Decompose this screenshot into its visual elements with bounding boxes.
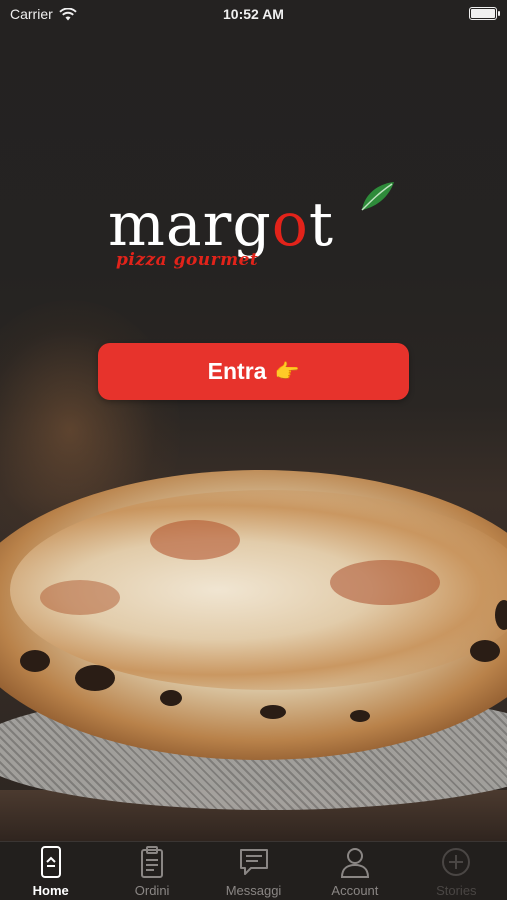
background-pizza-photo [0,0,507,850]
clipboard-icon [136,845,168,879]
user-icon [339,845,371,879]
enter-button[interactable]: Entra 👉 [98,343,409,400]
tab-messaggi-label: Messaggi [225,883,282,898]
logo-word-part2: t [308,190,335,260]
app-screen: Carrier 10:52 AM margot pizza gourmet En… [0,0,507,900]
plus-circle-icon [440,845,472,879]
tab-bar: Home Ordini Messaggi Account Stories [0,841,507,900]
margot-logo: margot pizza gourmet [108,180,403,280]
basil-leaf-icon [361,182,394,211]
tab-stories[interactable]: Stories [406,842,507,900]
status-time: 10:52 AM [223,6,284,22]
tab-home[interactable]: Home [0,842,101,900]
tab-account[interactable]: Account [304,842,405,900]
pointing-hand-icon: 👉 [274,361,300,383]
tab-messaggi[interactable]: Messaggi [203,842,304,900]
status-bar: Carrier 10:52 AM [0,0,507,28]
tab-account-label: Account [331,883,379,898]
tab-ordini-label: Ordini [134,883,170,898]
logo-word-o: o [271,190,309,260]
logo-subtitle: pizza gourmet [116,250,259,270]
tab-stories-label: Stories [436,883,477,898]
enter-button-label: Entra [207,358,267,384]
chat-bubble-icon [238,845,270,879]
battery-fill [471,9,495,18]
tab-ordini[interactable]: Ordini [101,842,202,900]
home-phone-icon [35,845,67,879]
battery-icon [469,7,500,20]
tab-home-label: Home [32,883,69,898]
